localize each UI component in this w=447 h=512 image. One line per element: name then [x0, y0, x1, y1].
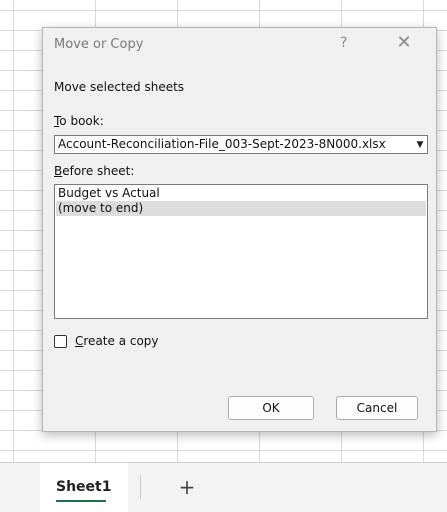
close-icon[interactable]: ✕ — [393, 32, 415, 54]
move-selected-sheets-label: Move selected sheets — [54, 80, 185, 94]
before-sheet-label: Before sheet: — [54, 164, 135, 178]
tab-separator — [140, 475, 141, 499]
list-item-budget-vs-actual[interactable]: Budget vs Actual — [56, 186, 426, 201]
sheet-tab-bar: Sheet1 + — [0, 462, 447, 512]
to-book-value: Account-Reconciliation-File_003-Sept-202… — [58, 137, 386, 151]
active-tab-indicator — [56, 500, 106, 502]
help-icon[interactable]: ? — [340, 35, 347, 51]
chevron-down-icon[interactable]: ▼ — [414, 138, 426, 152]
dialog-title: Move or Copy — [54, 37, 144, 52]
before-sheet-list[interactable]: Budget vs Actual (move to end) — [54, 184, 428, 319]
sheet-tab-label: Sheet1 — [56, 479, 112, 495]
list-item-move-to-end[interactable]: (move to end) — [56, 201, 426, 216]
add-sheet-icon[interactable]: + — [176, 477, 198, 499]
create-copy-checkbox[interactable] — [54, 335, 67, 348]
cancel-button[interactable]: Cancel — [336, 396, 418, 420]
move-or-copy-dialog: Move or Copy ? ✕ Move selected sheets To… — [42, 27, 437, 432]
sheet-tab-sheet1[interactable]: Sheet1 — [40, 463, 128, 512]
to-book-label: To book: — [54, 114, 104, 128]
to-book-dropdown[interactable]: Account-Reconciliation-File_003-Sept-202… — [54, 135, 428, 154]
ok-button[interactable]: OK — [228, 396, 314, 420]
create-copy-label[interactable]: Create a copy — [75, 334, 159, 348]
